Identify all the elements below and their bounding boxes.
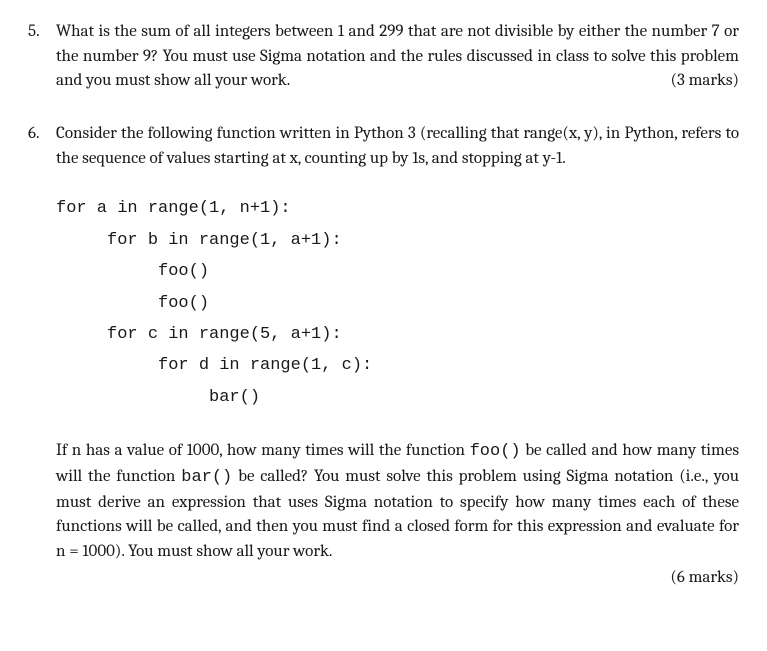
question-5-text: What is the sum of all integers between … <box>56 20 739 94</box>
question-5-marks: (3 marks) <box>671 69 740 94</box>
question-5-prompt: What is the sum of all integers between … <box>56 22 739 90</box>
question-6-body: Consider the following function written … <box>56 122 739 591</box>
question-6-followup: If n has a value of 1000, how many times… <box>56 439 739 564</box>
bar-code-inline: bar() <box>181 468 232 487</box>
foo-code-inline: foo() <box>470 442 521 461</box>
question-6-code: for a in range(1, n+1): for b in range(1… <box>56 193 739 413</box>
question-6-number: 6. <box>28 122 56 591</box>
question-5: 5. What is the sum of all integers betwe… <box>28 20 739 94</box>
question-6-intro: Consider the following function written … <box>56 122 739 171</box>
question-5-body: What is the sum of all integers between … <box>56 20 739 94</box>
question-6-followup-a: If n has a value of 1000, how many times… <box>56 441 470 460</box>
question-6: 6. Consider the following function writt… <box>28 122 739 591</box>
question-6-marks: (6 marks) <box>56 566 739 591</box>
question-5-number: 5. <box>28 20 56 94</box>
